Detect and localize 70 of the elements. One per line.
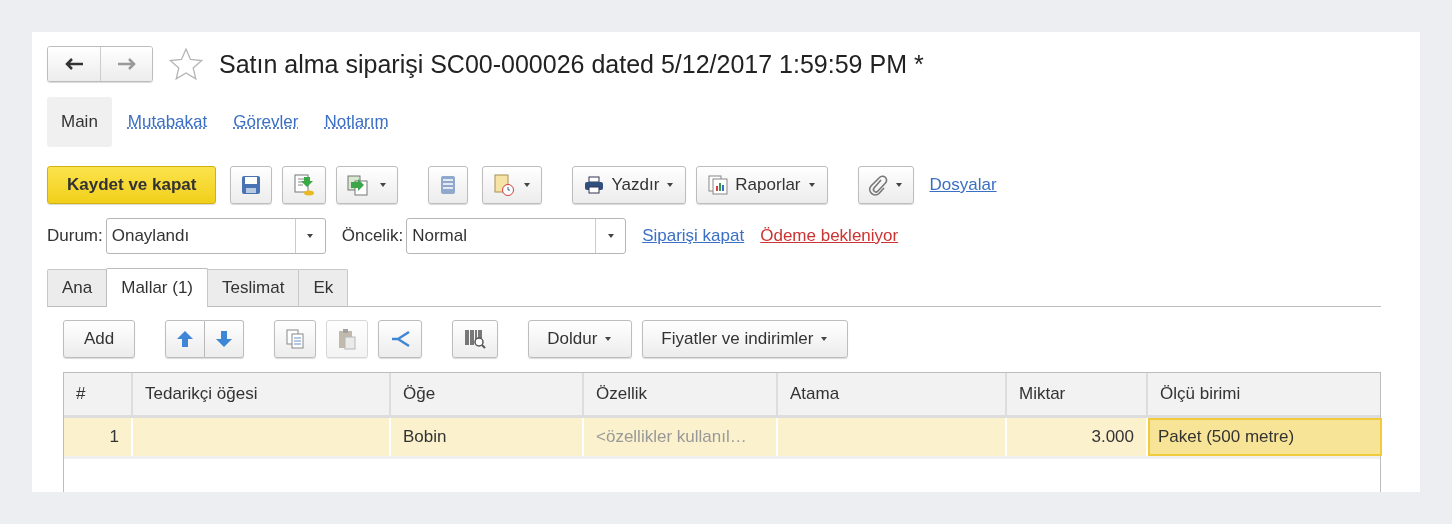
copy-menu-button[interactable] xyxy=(336,166,399,204)
document-clock-icon xyxy=(492,173,517,197)
save-and-close-button[interactable]: Kaydet ve kapat xyxy=(47,166,217,204)
column-header[interactable]: Tedarikçi öğesi xyxy=(133,373,391,415)
attachment-button[interactable] xyxy=(857,166,914,204)
post-button[interactable] xyxy=(282,166,327,204)
move-down-button[interactable] xyxy=(205,320,245,358)
star-icon[interactable] xyxy=(169,48,203,80)
caret-icon xyxy=(893,182,904,188)
printer-icon xyxy=(583,175,606,195)
dropdown-field[interactable]: Onaylandı xyxy=(105,218,326,254)
caret-icon xyxy=(603,336,614,342)
action-link[interactable]: Siparişi kapat xyxy=(642,226,745,246)
column-header[interactable]: Özellik xyxy=(584,373,778,415)
tab[interactable]: Ek xyxy=(298,269,349,306)
table-cell: 1 xyxy=(64,418,133,456)
copy-icon xyxy=(285,328,306,350)
column-header[interactable]: Ölçü birimi xyxy=(1148,373,1382,415)
paperclip-icon xyxy=(867,174,888,196)
move-up-button[interactable] xyxy=(165,320,206,358)
tab[interactable]: Ana xyxy=(47,269,108,306)
field-label: Durum: xyxy=(47,226,103,246)
caret-icon xyxy=(806,182,817,188)
caret-icon xyxy=(819,336,830,342)
barcode-magnifier-icon xyxy=(463,328,488,350)
field-label: Öncelik: xyxy=(341,226,404,246)
caret-icon xyxy=(305,233,316,239)
branch-arrows-icon xyxy=(389,329,412,349)
nav-link[interactable]: Görevler xyxy=(223,97,309,147)
tab[interactable]: Mallar (1) xyxy=(106,268,209,307)
column-header[interactable]: Atama xyxy=(778,373,1007,415)
print-button[interactable]: Yazdır xyxy=(572,166,687,204)
down-arrow-icon xyxy=(215,330,234,348)
back-button[interactable] xyxy=(48,47,100,81)
files-link[interactable]: Dosyalar xyxy=(929,175,997,195)
barcode-button[interactable] xyxy=(452,320,499,358)
active-cell[interactable]: Paket (500 metre) xyxy=(1148,418,1382,456)
caret-icon xyxy=(665,182,676,188)
reports-button[interactable]: Raporlar xyxy=(696,166,828,204)
fill-button[interactable]: Doldur xyxy=(528,320,633,358)
nav-link[interactable]: Notlarım xyxy=(314,97,399,147)
caret-icon xyxy=(605,233,616,239)
table-row[interactable]: 1 Bobin <özellikler kullanıl… 3.000 Paket (500 metre) xyxy=(64,418,1380,459)
add-button[interactable]: Add xyxy=(63,320,136,358)
column-header[interactable]: # xyxy=(64,373,133,415)
tab[interactable]: Teslimat xyxy=(207,269,300,306)
table-cell: Bobin xyxy=(391,418,584,456)
list-button[interactable] xyxy=(428,166,469,204)
placeholder-cell: <özellikler kullanıl… xyxy=(584,418,778,456)
window-title: Satın alma siparişi SC00-000026 dated 5/12/2017 1:59:59 PM * xyxy=(219,49,924,79)
nav-link[interactable]: Main xyxy=(47,97,112,147)
nav-link[interactable]: Mutabakat xyxy=(117,97,218,147)
status-link[interactable]: Ödeme bekleniyor xyxy=(760,226,899,246)
left-arrow-icon xyxy=(64,57,84,71)
column-header[interactable]: Miktar xyxy=(1007,373,1148,415)
schedule-menu-button[interactable] xyxy=(482,166,543,204)
clipboard-icon xyxy=(337,328,358,350)
chart-document-icon xyxy=(707,174,730,196)
column-header[interactable]: Öğe xyxy=(391,373,584,415)
dropdown-field[interactable]: Normal xyxy=(406,218,627,254)
prices-discounts-button[interactable]: Fiyatler ve indirimler xyxy=(642,320,849,358)
document-arrow-icon xyxy=(292,173,317,197)
up-arrow-icon xyxy=(176,330,195,348)
right-arrow-icon xyxy=(116,57,137,71)
caret-icon xyxy=(378,182,389,188)
save-button[interactable] xyxy=(230,166,273,204)
copy-button[interactable] xyxy=(274,320,317,358)
split-button[interactable] xyxy=(378,320,423,358)
paste-button[interactable] xyxy=(326,320,369,358)
caret-icon xyxy=(522,182,533,188)
